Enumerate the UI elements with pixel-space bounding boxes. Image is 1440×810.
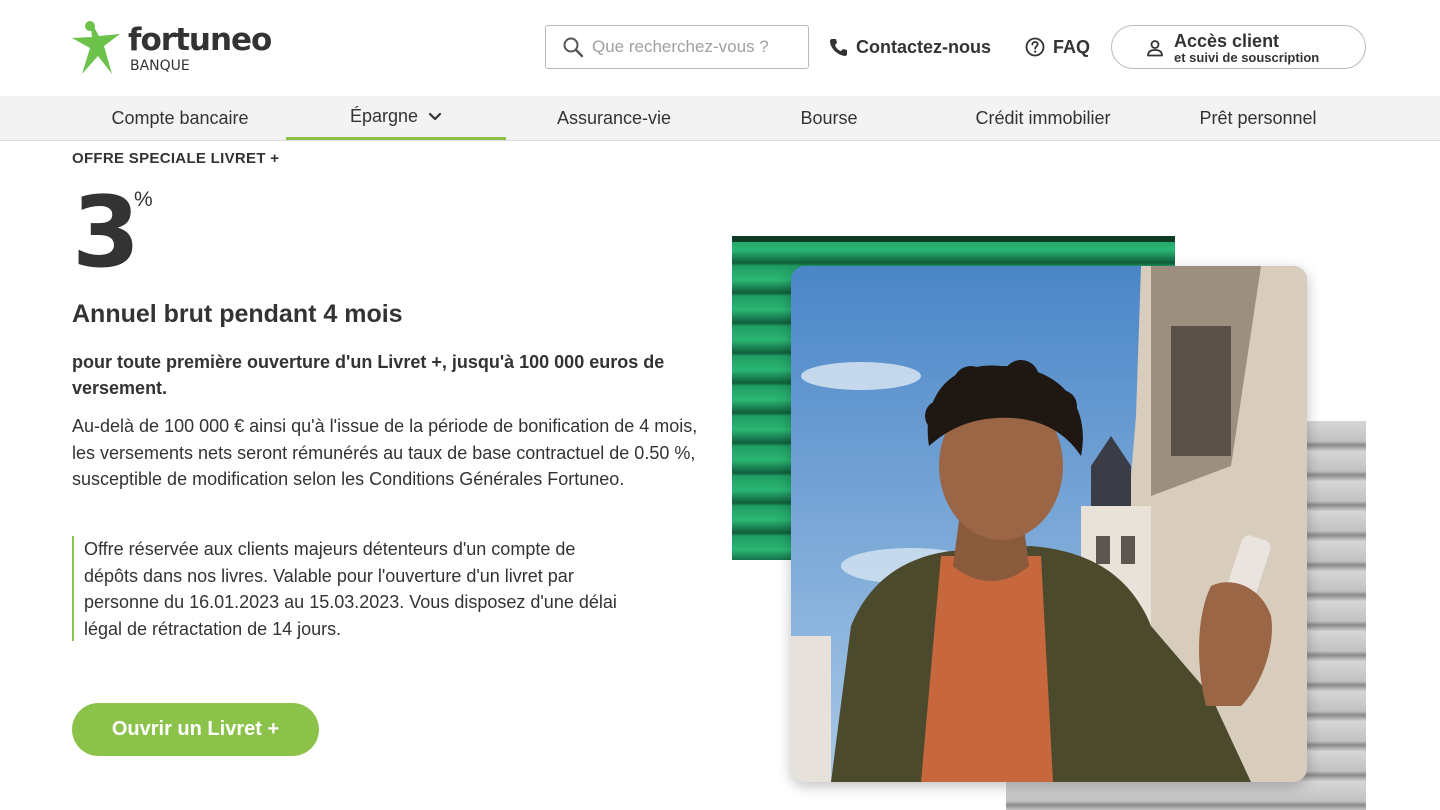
question-circle-icon xyxy=(1025,37,1045,57)
nav-item-bourse[interactable]: Bourse xyxy=(719,96,939,140)
main-nav: Compte bancaire Épargne Assurance-vie Bo… xyxy=(0,96,1440,141)
hero-photo xyxy=(791,266,1307,782)
logo-wordmark: fortuneo xyxy=(128,22,272,58)
fortuneo-logo[interactable]: fortuneo BANQUE xyxy=(72,20,272,76)
open-livret-button[interactable]: Ouvrir un Livret + xyxy=(72,703,319,756)
logo-subtitle: BANQUE xyxy=(130,58,190,74)
nav-item-credit-immobilier[interactable]: Crédit immobilier xyxy=(933,96,1153,140)
offer-conditions: Au-delà de 100 000 € ainsi qu'à l'issue … xyxy=(72,416,698,489)
client-access-label: Accès client xyxy=(1174,31,1280,51)
client-access-sublabel: et suivi de souscription xyxy=(1174,50,1320,65)
notice-line: personne du 16.01.2023 au 15.03.2023. Vo… xyxy=(84,592,617,612)
user-icon xyxy=(1147,40,1163,57)
nav-item-label: Assurance-vie xyxy=(556,107,672,128)
nav-item-label: Compte bancaire xyxy=(111,107,249,128)
phone-icon xyxy=(830,39,847,56)
offer-lead: pour toute première ouverture d'un Livre… xyxy=(72,352,665,398)
offer-kicker: OFFRE SPECIALE LIVRET + xyxy=(72,150,280,167)
search-icon xyxy=(563,37,584,58)
person-with-phone-image xyxy=(791,266,1307,782)
nav-item-compte-bancaire[interactable]: Compte bancaire xyxy=(70,96,290,140)
search-box[interactable] xyxy=(545,25,809,69)
offer-rate-unit: % xyxy=(134,188,153,211)
faq-link[interactable]: FAQ xyxy=(1025,35,1090,59)
site-header: fortuneo BANQUE Contactez-nous FAQ Accès… xyxy=(0,0,1440,96)
offer-rate: 3 xyxy=(72,176,140,290)
nav-item-label: Bourse xyxy=(800,107,858,128)
notice-line: légal de rétractation de 14 jours. xyxy=(84,618,342,639)
notice-line: dépôts dans nos livres. Valable pour l'o… xyxy=(84,565,574,586)
contact-link[interactable]: Contactez-nous xyxy=(828,35,991,59)
chevron-down-icon xyxy=(428,112,442,120)
nav-item-pret-personnel[interactable]: Prêt personnel xyxy=(1148,96,1368,140)
contact-label: Contactez-nous xyxy=(856,36,991,57)
nav-item-label: Épargne xyxy=(349,106,419,126)
nav-item-assurance-vie[interactable]: Assurance-vie xyxy=(504,96,724,140)
client-access-button[interactable]: Accès client et suivi de souscription xyxy=(1111,25,1366,69)
offer-subtitle: Annuel brut pendant 4 mois xyxy=(72,300,403,328)
notice-line: Offre réservée aux clients majeurs déten… xyxy=(84,539,576,559)
nav-item-label: Crédit immobilier xyxy=(975,107,1111,128)
faq-label: FAQ xyxy=(1053,36,1091,57)
nav-item-epargne[interactable]: Épargne xyxy=(286,96,506,140)
nav-item-label: Prêt personnel xyxy=(1199,107,1317,128)
hero-visual xyxy=(732,236,1440,810)
star-logo-icon xyxy=(72,20,120,74)
search-input[interactable] xyxy=(592,34,802,60)
offer-notice: Offre réservée aux clients majeurs déten… xyxy=(72,536,662,641)
